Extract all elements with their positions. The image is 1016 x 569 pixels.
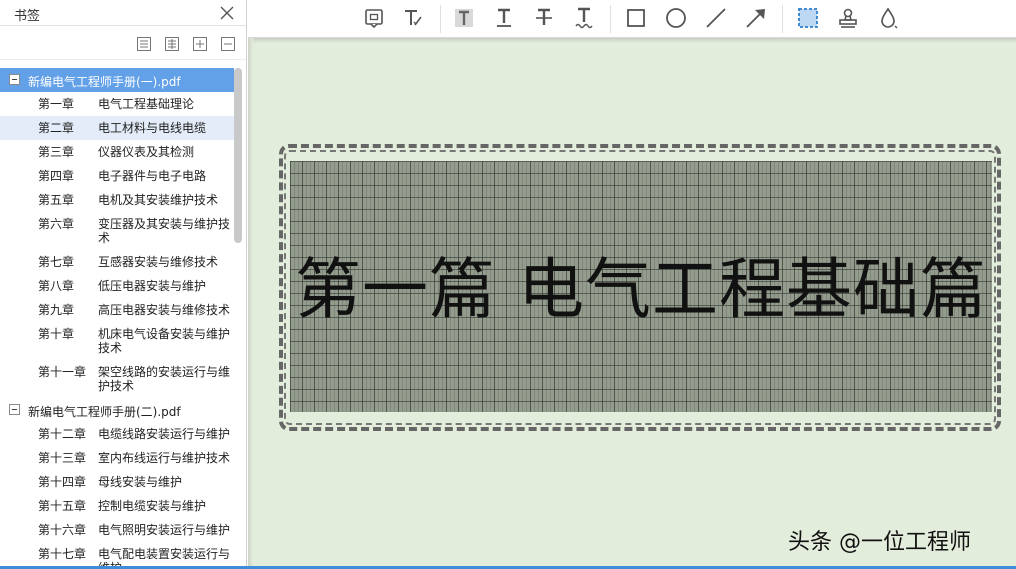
chapter-number: 第三章 xyxy=(38,145,75,159)
bookmark-tree: 新编电气工程师手册(一).pdf 第一章 电气工程基础理论 第二章 电工材料与电线电… xyxy=(0,68,234,569)
bookmark-chapter[interactable]: 第九章 高压电器安装与维修技术 xyxy=(0,298,234,322)
chapter-number: 第七章 xyxy=(38,255,75,269)
bookmark-chapter[interactable]: 第十六章 电气照明安装运行与维护 xyxy=(0,518,234,542)
bookmark-chapter[interactable]: 第十四章 母线安装与维护 xyxy=(0,470,234,494)
line-icon[interactable] xyxy=(704,6,728,30)
chapter-title: 母线安装与维护 xyxy=(98,475,183,489)
chapter-number: 第四章 xyxy=(38,169,75,183)
bookmark-chapter[interactable]: 第十五章 控制电缆安装与维护 xyxy=(0,494,234,518)
bookmark-document-2[interactable]: 新编电气工程师手册(二).pdf xyxy=(0,398,234,422)
bookmark-chapter[interactable]: 第十二章 电缆线路安装运行与维护 xyxy=(0,422,234,446)
chapter-number: 第九章 xyxy=(38,303,75,317)
bookmark-chapter[interactable]: 第二章 电工材料与电线电缆 xyxy=(0,116,234,140)
chapter-number: 第十五章 xyxy=(38,499,87,513)
rectangle-icon[interactable] xyxy=(624,6,648,30)
squiggly-text-icon[interactable] xyxy=(572,6,596,30)
stamp-icon[interactable] xyxy=(836,6,860,30)
bookmark-chapter[interactable]: 第十七章 电气配电装置安装运行与维护 xyxy=(0,542,234,569)
collapse-toggle-icon[interactable] xyxy=(9,404,20,415)
bookmark-document-label: 新编电气工程师手册(一).pdf xyxy=(28,75,181,89)
bookmark-chapter[interactable]: 第十一章 架空线路的安装运行与维护技术 xyxy=(0,360,234,398)
bookmark-chapter[interactable]: 第十章 机床电气设备安装与维护技术 xyxy=(0,322,234,360)
strikeout-text-icon[interactable] xyxy=(532,6,556,30)
view-shadow xyxy=(248,38,253,569)
bookmark-chapter[interactable]: 第七章 互感器安装与维修技术 xyxy=(0,250,234,274)
chapter-number: 第二章 xyxy=(38,121,75,135)
bookmark-toolbar xyxy=(0,26,246,60)
chapter-number: 第六章 xyxy=(38,217,75,231)
chapter-title: 电气照明安装运行与维护 xyxy=(98,523,231,537)
annotation-toolbar xyxy=(248,0,1016,38)
bookmark-document-1[interactable]: 新编电气工程师手册(一).pdf xyxy=(0,68,234,92)
chapter-title: 电子器件与电子电路 xyxy=(98,169,207,183)
toolbar-separator xyxy=(610,5,611,33)
chapter-title: 变压器及其安装与维护技术 xyxy=(98,217,231,245)
close-icon[interactable] xyxy=(218,4,236,22)
highlight-text-icon[interactable] xyxy=(452,6,476,30)
collapse-all-icon[interactable] xyxy=(136,36,152,52)
area-select-icon[interactable] xyxy=(796,6,820,30)
chapter-title: 电气工程基础理论 xyxy=(98,97,195,111)
chapter-title: 室内布线运行与维护技术 xyxy=(98,451,231,465)
document-view[interactable]: 第一篇 电气工程基础篇 头条 @一位工程师 xyxy=(248,38,1016,569)
view-shadow xyxy=(248,38,1016,43)
chapter-title: 仪器仪表及其检测 xyxy=(98,145,195,159)
expand-all-icon[interactable] xyxy=(164,36,180,52)
chapter-title: 互感器安装与维修技术 xyxy=(98,255,219,269)
chapter-number: 第十六章 xyxy=(38,523,87,537)
collapse-icon[interactable] xyxy=(220,36,236,52)
typewriter-icon[interactable] xyxy=(401,6,425,30)
bookmark-chapter[interactable]: 第一章 电气工程基础理论 xyxy=(0,92,234,116)
bookmark-chapter[interactable]: 第三章 仪器仪表及其检测 xyxy=(0,140,234,164)
bookmark-panel-title: 书签 xyxy=(14,9,41,24)
bookmark-panel: 书签 新编电气工程师手册(一).pdf 第一章 电气工程基础理论 第二章 电工材料与… xyxy=(0,0,247,569)
collapse-toggle-icon[interactable] xyxy=(9,74,20,85)
chapter-number: 第一章 xyxy=(38,97,75,111)
chapter-title: 电工材料与电线电缆 xyxy=(98,121,207,135)
chapter-number: 第十四章 xyxy=(38,475,87,489)
page-heading: 第一篇 电气工程基础篇 xyxy=(295,251,987,328)
bookmark-chapter[interactable]: 第四章 电子器件与电子电路 xyxy=(0,164,234,188)
underline-text-icon[interactable] xyxy=(492,6,516,30)
toolbar-separator xyxy=(782,5,783,33)
bookmark-document-label: 新编电气工程师手册(二).pdf xyxy=(28,405,181,419)
chapter-title: 电缆线路安装运行与维护 xyxy=(98,427,231,441)
bookmark-chapter[interactable]: 第十三章 室内布线运行与维护技术 xyxy=(0,446,234,470)
chapter-number: 第十三章 xyxy=(38,451,87,465)
expand-icon[interactable] xyxy=(192,36,208,52)
chapter-title: 架空线路的安装运行与维护技术 xyxy=(98,365,231,393)
bookmark-panel-header: 书签 xyxy=(0,0,246,26)
arrow-icon[interactable] xyxy=(744,6,768,30)
color-drop-icon[interactable] xyxy=(876,6,900,30)
bookmark-chapter[interactable]: 第五章 电机及其安装维护技术 xyxy=(0,188,234,212)
chapter-number: 第十二章 xyxy=(38,427,87,441)
bookmark-chapter[interactable]: 第六章 变压器及其安装与维护技术 xyxy=(0,212,234,250)
note-icon[interactable] xyxy=(362,6,386,30)
ellipse-icon[interactable] xyxy=(664,6,688,30)
chapter-number: 第十一章 xyxy=(38,365,87,379)
chapter-title: 机床电气设备安装与维护技术 xyxy=(98,327,231,355)
chapter-title: 控制电缆安装与维护 xyxy=(98,499,207,513)
bookmark-chapter[interactable]: 第八章 低压电器安装与维护 xyxy=(0,274,234,298)
chapter-title: 电机及其安装维护技术 xyxy=(98,193,219,207)
chapter-title: 低压电器安装与维护 xyxy=(98,279,207,293)
chapter-number: 第五章 xyxy=(38,193,75,207)
toolbar-separator xyxy=(440,5,441,33)
chapter-number: 第十章 xyxy=(38,327,75,341)
watermark-text: 头条 @一位工程师 xyxy=(788,530,971,555)
chapter-number: 第八章 xyxy=(38,279,75,293)
bookmark-scrollbar[interactable] xyxy=(234,68,242,243)
chapter-title: 高压电器安装与维修技术 xyxy=(98,303,231,317)
